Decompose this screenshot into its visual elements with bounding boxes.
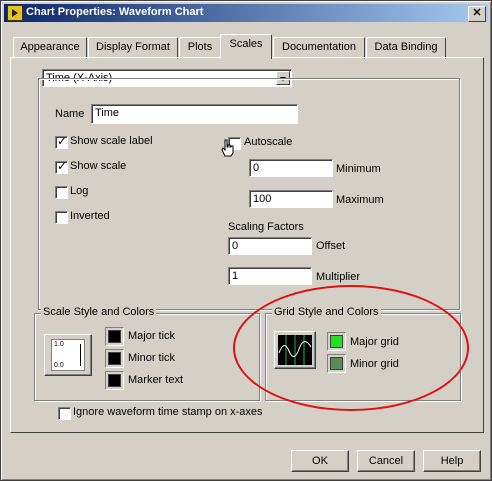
ignore-timestamp-text: Ignore waveform time stamp on x-axes (73, 406, 263, 418)
tab-data-binding[interactable]: Data Binding (366, 37, 446, 59)
tab-plots[interactable]: Plots (179, 37, 221, 59)
tab-display-format[interactable]: Display Format (88, 37, 178, 59)
hand-cursor-icon (221, 139, 234, 157)
title-bar: Chart Properties: Waveform Chart ✕ (4, 4, 488, 22)
scale-style-preview-icon: 1.0 0.0 (51, 339, 85, 371)
grid-style-title: Grid Style and Colors (272, 306, 381, 318)
chart-properties-dialog: Chart Properties: Waveform Chart ✕ Appea… (0, 0, 492, 481)
show-scale-label-checkbox[interactable] (55, 134, 68, 149)
marker-text-label: Marker text (128, 374, 184, 386)
cancel-button[interactable]: Cancel (357, 450, 415, 472)
tab-appearance[interactable]: Appearance (13, 37, 87, 59)
offset-label: Offset (316, 240, 346, 252)
minimum-label: Minimum (336, 163, 381, 175)
log-checkbox[interactable] (55, 186, 68, 199)
minor-tick-color[interactable] (105, 349, 124, 368)
waveform-grid-icon (278, 335, 312, 365)
maximum-label: Maximum (336, 194, 384, 206)
marker-text-color[interactable] (105, 371, 124, 390)
scale-style-title: Scale Style and Colors (41, 306, 157, 318)
multiplier-label: Multiplier (316, 271, 361, 283)
major-tick-color[interactable] (105, 327, 124, 346)
minor-grid-label: Minor grid (350, 358, 399, 370)
multiplier-input[interactable]: 1 (228, 267, 312, 285)
major-grid-color[interactable] (327, 332, 346, 351)
preview-bottom-value: 0.0 (54, 362, 64, 369)
minimum-input[interactable]: 0 (249, 159, 333, 177)
minor-tick-label: Minor tick (128, 352, 176, 364)
maximum-input[interactable]: 100 (249, 190, 333, 208)
scaling-factors-label: Scaling Factors (228, 221, 304, 233)
offset-input[interactable]: 0 (228, 237, 312, 255)
help-button[interactable]: Help (423, 450, 481, 472)
scale-style-button[interactable]: 1.0 0.0 (44, 334, 92, 376)
show-scale-checkbox[interactable] (55, 159, 68, 174)
inverted-checkbox[interactable] (55, 211, 68, 224)
autoscale-text: Autoscale (244, 136, 293, 148)
log-text: Log (70, 185, 89, 197)
minor-grid-color[interactable] (327, 354, 346, 373)
tab-documentation[interactable]: Documentation (273, 37, 365, 59)
close-button[interactable]: ✕ (468, 6, 486, 22)
major-grid-label: Major grid (350, 336, 399, 348)
ignore-timestamp-checkbox[interactable] (58, 407, 71, 420)
major-tick-label: Major tick (128, 330, 176, 342)
show-scale-label-text: Show scale label (70, 135, 153, 147)
tab-scales[interactable]: Scales (220, 34, 272, 59)
name-label: Name (55, 108, 85, 120)
preview-top-value: 1.0 (54, 341, 64, 348)
name-input[interactable]: Time (91, 104, 298, 124)
labview-vi-icon (7, 5, 23, 21)
grid-style-button[interactable] (274, 331, 316, 369)
inverted-text: Inverted (70, 210, 110, 222)
show-scale-text: Show scale (70, 160, 127, 172)
ok-button[interactable]: OK (291, 450, 349, 472)
window-title: Chart Properties: Waveform Chart (26, 6, 204, 18)
